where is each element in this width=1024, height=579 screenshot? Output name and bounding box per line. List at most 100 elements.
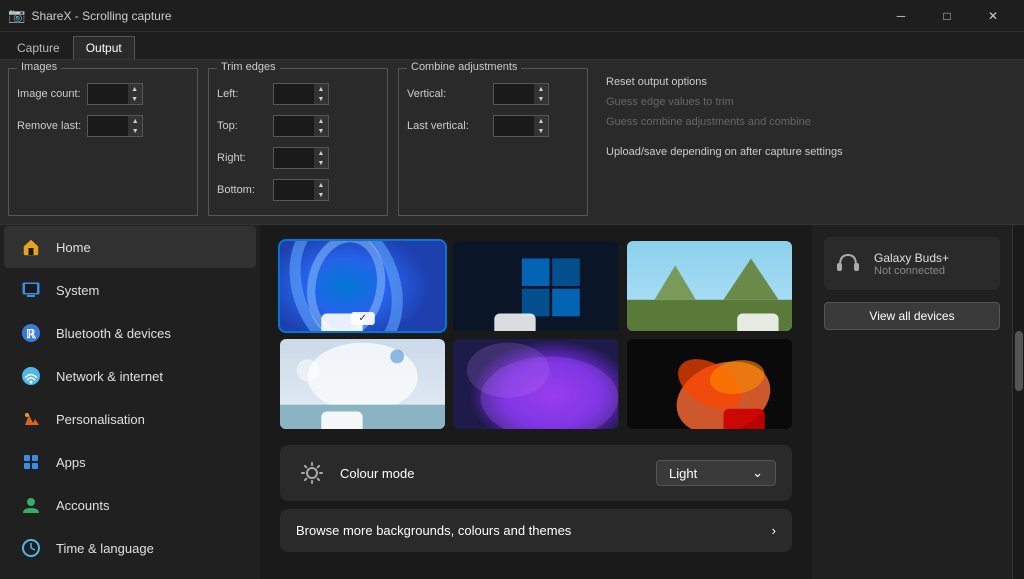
remove-last-input[interactable]: 0 ▲ ▼ <box>87 115 143 137</box>
browse-backgrounds-row[interactable]: Browse more backgrounds, colours and the… <box>280 509 792 552</box>
vertical-up[interactable]: ▲ <box>534 84 548 94</box>
sidebar-item-network-label: Network & internet <box>56 369 163 384</box>
device-item-buds: Galaxy Buds+ Not connected <box>824 237 1000 290</box>
last-vertical-label: Last vertical: <box>407 120 487 132</box>
top-down[interactable]: ▼ <box>314 126 328 136</box>
tab-capture[interactable]: Capture <box>4 36 73 59</box>
network-icon <box>20 365 42 387</box>
scroll-track[interactable] <box>1012 225 1024 579</box>
vertical-input[interactable]: 0 ▲▼ <box>493 83 549 105</box>
sidebar-item-bluetooth[interactable]: ℝ Bluetooth & devices <box>4 312 256 354</box>
sharex-output-panel: Images Image count: 1 ▲ ▼ Remove last: 0… <box>0 60 1024 225</box>
bottom-up[interactable]: ▲ <box>314 180 328 190</box>
right-options-panel: Reset output options Guess edge values t… <box>598 68 1016 216</box>
wallpaper-item-5[interactable] <box>453 339 618 429</box>
wallpaper-item-6[interactable] <box>627 339 792 429</box>
vertical-down[interactable]: ▼ <box>534 94 548 104</box>
image-count-field[interactable]: 1 <box>88 86 128 102</box>
tab-bar: Capture Output <box>0 32 1024 60</box>
bluetooth-icon: ℝ <box>20 322 42 344</box>
left-field[interactable]: 0 <box>274 86 314 102</box>
main-area: Home System ℝ Bluetooth & devices <box>0 225 1024 579</box>
guess-combine-btn: Guess combine adjustments and combine <box>606 112 1008 132</box>
remove-last-spinner[interactable]: ▲ ▼ <box>128 116 142 136</box>
image-count-spinner[interactable]: ▲ ▼ <box>128 84 142 104</box>
left-down[interactable]: ▼ <box>314 94 328 104</box>
bottom-down[interactable]: ▼ <box>314 190 328 200</box>
sidebar-item-time[interactable]: Time & language <box>4 527 256 569</box>
home-icon <box>20 236 42 258</box>
apps-icon <box>20 451 42 473</box>
vertical-row: Vertical: 0 ▲▼ <box>407 83 579 105</box>
last-vertical-input[interactable]: 0 ▲▼ <box>493 115 549 137</box>
sidebar-item-accounts-label: Accounts <box>56 498 109 513</box>
maximize-button[interactable]: □ <box>924 0 970 32</box>
view-all-devices-button[interactable]: View all devices <box>824 302 1000 330</box>
sidebar-item-system[interactable]: System <box>4 269 256 311</box>
left-up[interactable]: ▲ <box>314 84 328 94</box>
devices-panel: Galaxy Buds+ Not connected View all devi… <box>812 225 1012 579</box>
remove-last-field[interactable]: 0 <box>88 118 128 134</box>
minimize-button[interactable]: ─ <box>878 0 924 32</box>
device-name: Galaxy Buds+ <box>874 251 949 265</box>
bottom-field[interactable]: 0 <box>274 182 314 198</box>
wallpaper-item-2[interactable] <box>453 241 618 331</box>
right-label: Right: <box>217 152 267 164</box>
sidebar-item-apps-label: Apps <box>56 455 86 470</box>
sidebar-item-apps[interactable]: Apps <box>4 441 256 483</box>
right-field[interactable]: 0 <box>274 150 314 166</box>
guess-edge-btn: Guess edge values to trim <box>606 92 1008 112</box>
top-row: Top: 0 ▲▼ <box>217 115 379 137</box>
remove-last-up[interactable]: ▲ <box>128 116 142 126</box>
remove-last-down[interactable]: ▼ <box>128 126 142 136</box>
right-row: Right: 0 ▲▼ <box>217 147 379 169</box>
sidebar-item-home[interactable]: Home <box>4 226 256 268</box>
sidebar: Home System ℝ Bluetooth & devices <box>0 225 260 579</box>
right-input[interactable]: 0 ▲▼ <box>273 147 329 169</box>
wallpaper-item-4[interactable] <box>280 339 445 429</box>
accounts-icon <box>20 494 42 516</box>
device-info: Galaxy Buds+ Not connected <box>874 251 949 277</box>
right-up[interactable]: ▲ <box>314 148 328 158</box>
top-input[interactable]: 0 ▲▼ <box>273 115 329 137</box>
image-count-up[interactable]: ▲ <box>128 84 142 94</box>
bottom-label: Bottom: <box>217 184 267 196</box>
right-down[interactable]: ▼ <box>314 158 328 168</box>
tab-output[interactable]: Output <box>73 36 135 59</box>
last-vertical-field[interactable]: 0 <box>494 118 534 134</box>
combine-group: Combine adjustments Vertical: 0 ▲▼ Last … <box>398 68 588 216</box>
top-field[interactable]: 0 <box>274 118 314 134</box>
images-group-label: Images <box>17 61 61 73</box>
wallpaper-item-3[interactable] <box>627 241 792 331</box>
sidebar-item-accounts[interactable]: Accounts <box>4 484 256 526</box>
left-input[interactable]: 0 ▲▼ <box>273 83 329 105</box>
remove-last-label: Remove last: <box>17 120 81 132</box>
colour-mode-dropdown[interactable]: Light ⌄ <box>656 460 776 486</box>
title-bar-controls: ─ □ ✕ <box>878 0 1016 32</box>
svg-text:ℝ: ℝ <box>26 327 36 341</box>
last-vertical-up[interactable]: ▲ <box>534 116 548 126</box>
image-count-label: Image count: <box>17 88 81 100</box>
sidebar-item-bluetooth-label: Bluetooth & devices <box>56 326 171 341</box>
vertical-field[interactable]: 0 <box>494 86 534 102</box>
sidebar-item-time-label: Time & language <box>56 541 154 556</box>
colour-mode-row: Colour mode Light ⌄ <box>280 445 792 501</box>
bottom-input[interactable]: 0 ▲▼ <box>273 179 329 201</box>
trim-edges-label: Trim edges <box>217 61 280 73</box>
left-row: Left: 0 ▲▼ <box>217 83 379 105</box>
scroll-thumb[interactable] <box>1015 331 1023 391</box>
device-status: Not connected <box>874 265 949 277</box>
last-vertical-down[interactable]: ▼ <box>534 126 548 136</box>
image-count-input[interactable]: 1 ▲ ▼ <box>87 83 143 105</box>
left-label: Left: <box>217 88 267 100</box>
sidebar-item-network[interactable]: Network & internet <box>4 355 256 397</box>
close-button[interactable]: ✕ <box>970 0 1016 32</box>
last-vertical-row: Last vertical: 0 ▲▼ <box>407 115 579 137</box>
image-count-down[interactable]: ▼ <box>128 94 142 104</box>
sidebar-item-personalisation[interactable]: Personalisation <box>4 398 256 440</box>
upload-save-btn[interactable]: Upload/save depending on after capture s… <box>606 142 1008 162</box>
top-up[interactable]: ▲ <box>314 116 328 126</box>
wallpaper-item-1[interactable]: ✓ <box>280 241 445 331</box>
reset-output-btn[interactable]: Reset output options <box>606 72 1008 92</box>
sidebar-item-gaming[interactable]: Gaming <box>4 570 256 579</box>
